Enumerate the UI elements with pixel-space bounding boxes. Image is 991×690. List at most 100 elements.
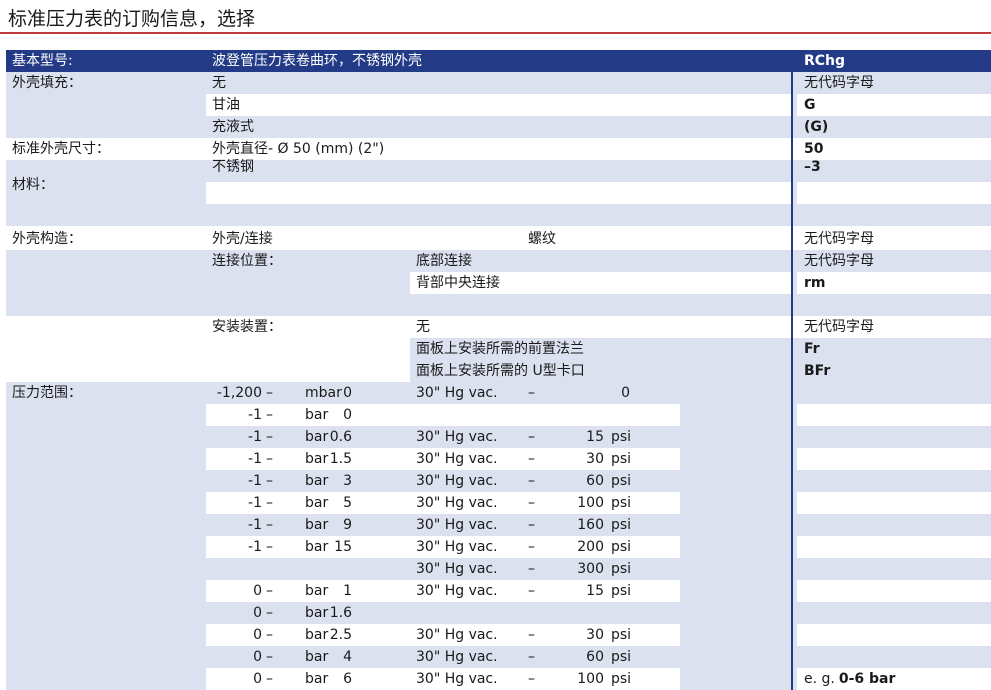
range-from: -1 [248, 407, 262, 423]
pressure-row: -1–3 bar 30" Hg vac. –60 psi [6, 470, 991, 492]
pressure-row: 0–2.5 bar 30" Hg vac. –30 psi [6, 624, 991, 646]
range-from: -1 [248, 451, 262, 467]
construction-row: 外壳构造： 外壳/连接 螺纹 无代码字母 [6, 228, 991, 250]
psi-unit: psi [611, 429, 632, 445]
pressure-row: -1–0 bar [6, 404, 991, 426]
case-fill-option: 充液式 [212, 119, 254, 135]
case-fill-label: 外壳填充： [12, 75, 82, 91]
range-dash: – [266, 473, 273, 489]
position-code: rm [797, 272, 991, 294]
psi-value: 300 [577, 561, 604, 577]
psi-dash: – [528, 451, 535, 467]
range-dash: – [266, 583, 273, 599]
pressure-row: 30" Hg vac. – 300 psi [6, 558, 991, 580]
range-from: -1 [248, 495, 262, 511]
psi-value: 15 [586, 583, 604, 599]
vacuum-text: 30" Hg vac. [416, 583, 498, 599]
range-unit: bar [305, 627, 329, 643]
psi-value: 100 [577, 495, 604, 511]
psi-dash: – [528, 671, 535, 687]
mounting-option: 无 [416, 319, 430, 335]
range-from: 0 [253, 671, 262, 687]
vacuum-text: 30" Hg vac. [416, 429, 498, 445]
material-row-1: 不锈钢 –3 [6, 159, 991, 182]
psi-value: 100 [577, 671, 604, 687]
psi-value: 30 [586, 451, 604, 467]
mounting-option: 面板上安装所需的 U型卡口 [416, 363, 585, 379]
range-unit: bar [305, 429, 329, 445]
psi-unit: psi [611, 539, 632, 555]
pressure-row: 0–6 bar 30" Hg vac. –100 psi e. g. 0-6 bar [6, 668, 991, 690]
pressure-row: -1–15 bar 30" Hg vac. –200 psi [6, 536, 991, 558]
range-unit: bar [305, 407, 329, 423]
construction-label: 外壳构造： [12, 231, 82, 247]
psi-dash: – [528, 385, 535, 401]
psi-unit: psi [611, 495, 632, 511]
position-row-3 [6, 294, 991, 316]
mounting-code: 无代码字母 [804, 319, 874, 335]
code-column-divider [791, 50, 793, 690]
position-code: 无代码字母 [804, 253, 874, 269]
basic-model-code: RChg [804, 53, 846, 69]
vacuum-text: 30" Hg vac. [416, 671, 498, 687]
pressure-row: -1–1.5 bar 30" Hg vac. –30 psi [6, 448, 991, 470]
pressure-row: 0–4 bar 30" Hg vac. –60 psi [6, 646, 991, 668]
vacuum-text: 30" Hg vac. [416, 561, 498, 577]
range-unit: bar [305, 495, 329, 511]
pressure-row: 压力范围： -1,200–0 mbar 30" Hg vac. –0 [6, 382, 991, 404]
pressure-row: -1–0.6 bar 30" Hg vac. –15 psi [6, 426, 991, 448]
position-row-1: 连接位置： 底部连接 无代码字母 [6, 250, 991, 272]
example-value: 0-6 bar [838, 671, 896, 687]
range-unit: mbar [305, 385, 342, 401]
range-from: 0 [253, 627, 262, 643]
material-code: –3 [804, 159, 821, 175]
vacuum-text: 30" Hg vac. [416, 517, 498, 533]
pressure-row: -1–9 bar 30" Hg vac. –160 psi [6, 514, 991, 536]
psi-unit: psi [611, 473, 632, 489]
range-unit: bar [305, 583, 329, 599]
psi-value: 15 [586, 429, 604, 445]
case-fill-row-1: 外壳填充： 无 无代码字母 [6, 72, 991, 94]
range-dash: – [266, 605, 273, 621]
position-option: 背部中央连接 [416, 275, 500, 291]
pressure-row: 0–1.6 bar [6, 602, 991, 624]
case-fill-code: G [797, 94, 991, 116]
position-label: 连接位置： [212, 253, 282, 269]
position-option: 底部连接 [416, 253, 472, 269]
material-label: 材料： [12, 177, 54, 193]
thread-code: 无代码字母 [804, 231, 874, 247]
mounting-row-3: 面板上安装所需的 U型卡口 BFr [6, 360, 991, 382]
psi-unit: psi [611, 671, 632, 687]
case-fill-row-2: 甘油 G [6, 94, 991, 116]
header-row: 基本型号: 波登管压力表卷曲环，不锈钢外壳 RChg [6, 50, 991, 72]
mounting-row-1: 安装装置： 无 无代码字母 [6, 316, 991, 338]
title-rule [0, 32, 991, 34]
psi-value: 160 [577, 517, 604, 533]
thread-text: 螺纹 [528, 231, 556, 247]
vacuum-text: 30" Hg vac. [416, 473, 498, 489]
case-fill-code: (G) [804, 119, 829, 135]
psi-unit: psi [611, 517, 632, 533]
psi-dash: – [528, 583, 535, 599]
example-prefix: e. g. [804, 671, 835, 687]
psi-value: 0 [621, 385, 630, 401]
position-row-2: 背部中央连接 rm [6, 272, 991, 294]
case-fill-code: 无代码字母 [804, 75, 874, 91]
material-row-2: 材料： [6, 177, 991, 204]
psi-dash: – [528, 539, 535, 555]
range-from: 0 [253, 583, 262, 599]
psi-dash: – [528, 473, 535, 489]
ordering-table: 基本型号: 波登管压力表卷曲环，不锈钢外壳 RChg 外壳填充： 无 无代码字母… [6, 50, 991, 690]
psi-unit: psi [611, 649, 632, 665]
range-from: -1 [248, 539, 262, 555]
range-dash: – [266, 429, 273, 445]
basic-model-label: 基本型号: [12, 53, 73, 69]
vacuum-text: 30" Hg vac. [416, 451, 498, 467]
psi-unit: psi [611, 583, 632, 599]
range-unit: bar [305, 517, 329, 533]
psi-dash: – [528, 561, 535, 577]
size-label: 标准外壳尺寸： [12, 141, 110, 157]
range-dash: – [266, 671, 273, 687]
range-unit: bar [305, 539, 329, 555]
psi-unit: psi [611, 561, 632, 577]
